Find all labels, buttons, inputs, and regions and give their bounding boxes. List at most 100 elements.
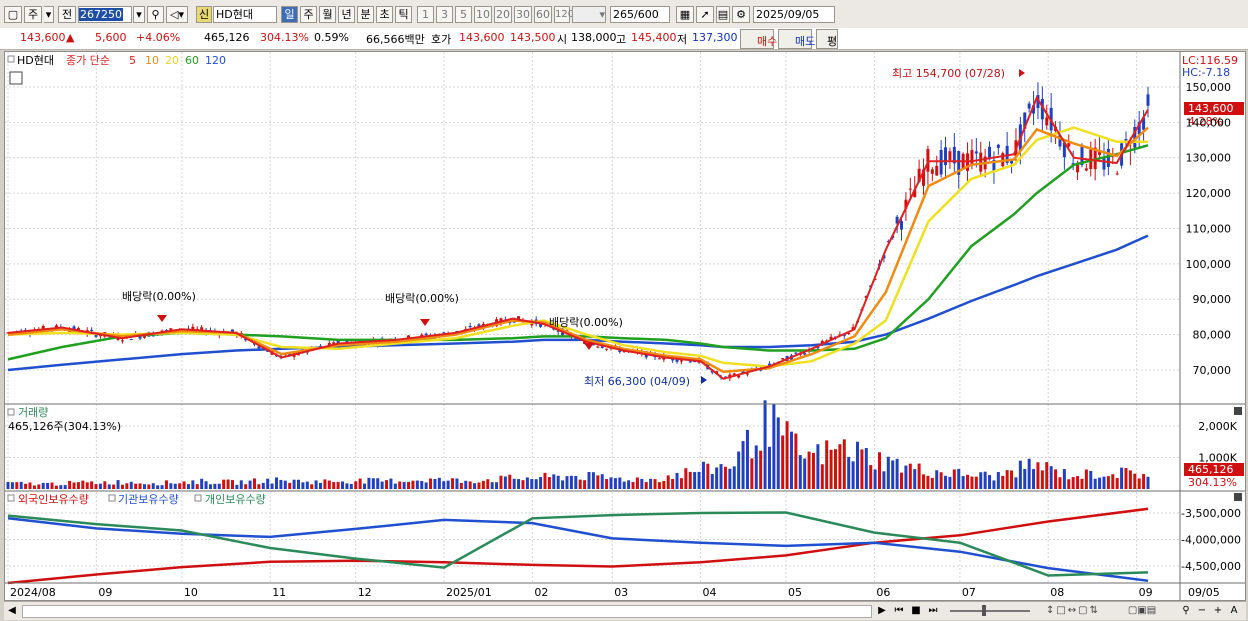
stop-icon[interactable]: ■ [909,604,923,617]
save-icon[interactable]: ▤ [716,6,730,23]
date-input[interactable]: 2025/09/05 [753,6,835,23]
interval-1[interactable]: 1 [417,6,434,23]
sell-button[interactable]: 매도 [778,29,815,49]
volume-bar [961,476,965,489]
zoom-slider[interactable] [950,610,1030,612]
period-selector-label: 주 [27,8,39,21]
volume-bar [926,475,930,489]
volume-bar [235,484,239,489]
close-icon[interactable] [1234,407,1242,415]
volume-bar [125,483,129,489]
layout-tools-icon[interactable]: ▢▣▤ [1112,604,1172,617]
volume-bar [429,478,433,489]
interval-120[interactable]: 120 [554,6,574,23]
volume-bar [1102,476,1106,489]
window-icon[interactable]: ▢ [4,6,22,23]
close-icon[interactable] [1234,493,1242,501]
chart-scrollbar[interactable]: ◀ ▶ ⏮ ■ ⏭ ↕□↔▢⇅ ▢▣▤ ⚲ − + A [4,601,1246,620]
period-tab-tick[interactable]: 틱 [395,6,412,23]
stock-name-field[interactable]: HD현대 [213,6,277,23]
period-tab-week[interactable]: 주 [300,6,317,23]
custom-interval-select[interactable]: ▾ [572,6,606,23]
volume-bar [297,479,301,489]
volume-bar [552,474,556,489]
candle-body [900,221,904,230]
dividend-arrow-icon [157,315,167,322]
volume-bar [323,479,327,489]
volume-bar [935,470,939,489]
search-icon[interactable]: ⚲ [1180,604,1192,617]
interval-60[interactable]: 60 [534,6,552,23]
x-tick-label: 07 [962,586,976,599]
volume-bar [156,485,160,489]
volume-bar [164,480,168,489]
volume-bar [829,449,833,489]
volume-bar [279,479,283,489]
volume-bar [913,469,917,489]
low-price: 137,300 [692,31,738,44]
interval-5[interactable]: 5 [455,6,472,23]
chevron-down-icon: ▾ [599,8,605,21]
search-icon[interactable]: ⚲ [147,6,164,23]
interval-3[interactable]: 3 [436,6,453,23]
buy-button[interactable]: 매수 [740,29,777,49]
period-tab-month[interactable]: 월 [319,6,336,23]
volume-bar [54,485,58,489]
volume-bar [596,475,600,489]
volume-bar [618,477,622,489]
first-page-icon[interactable]: ⏮ [892,604,906,617]
volume-bar [349,484,353,489]
stock-code-input[interactable]: 267250 [78,6,132,23]
draw-tool-icon[interactable]: ➚ [696,6,714,23]
volume-bar [24,483,28,489]
legend-marker [7,55,15,63]
candle-icon[interactable]: ▦ [676,6,694,23]
volume-last-pct-tag: 304.13% [1188,476,1237,489]
period-tab-day[interactable]: 일 [281,6,298,23]
period-tab-minute[interactable]: 분 [357,6,374,23]
scroll-left-icon[interactable]: ◀ [6,604,18,617]
candle-body [424,333,428,336]
interval-30[interactable]: 30 [514,6,532,23]
gear-icon[interactable]: ⚙ [732,6,750,23]
chart-option-icon[interactable] [9,71,23,85]
interval-20[interactable]: 20 [494,6,512,23]
prev-button[interactable]: 전 [58,6,76,23]
legend-ma20: 20 [165,54,179,67]
font-size-icon[interactable]: A [1228,604,1240,617]
ma-line [7,126,1149,374]
volume-bar [85,482,89,489]
avg-price-button[interactable]: 평 [816,29,838,49]
zoom-in-icon[interactable]: + [1212,604,1224,617]
code-dropdown-chevron-icon[interactable]: ▾ [133,6,145,23]
y-tick-label: 120,000 [1186,187,1232,200]
volume-bar [574,476,578,489]
volume-bar [314,480,318,489]
scroll-track[interactable] [22,605,872,618]
drawing-tools-icon[interactable]: ↕□↔▢⇅ [1038,604,1108,617]
zoom-out-icon[interactable]: − [1196,604,1208,617]
volume-bar [578,479,582,489]
x-tick-label: 05 [788,586,802,599]
volume-bar [697,471,701,489]
period-selector[interactable]: 주 [24,6,42,23]
scroll-right-icon[interactable]: ▶ [876,604,888,617]
x-tick-label: 10 [184,586,198,599]
data-count-input[interactable]: 265/600 [610,6,670,23]
period-tab-second[interactable]: 초 [376,6,393,23]
candle-body [794,352,798,354]
interval-5-label: 5 [460,8,467,21]
volume-bar [547,477,551,489]
period-tab-year[interactable]: 년 [338,6,355,23]
volume-bar [807,451,811,489]
last-page-icon[interactable]: ⏭ [926,604,940,617]
speaker-icon[interactable]: ◁▾ [166,6,188,23]
stock-chart-svg[interactable]: HD현대 종가 단순 5 10 20 60 120 LC:116.59 HC:-… [5,52,1245,600]
period-tab-year-label: 년 [341,8,352,21]
chevron-down-icon[interactable]: ▾ [44,6,54,23]
volume-bar [781,435,785,489]
interval-10[interactable]: 10 [474,6,492,23]
period-tab-month-label: 월 [322,8,333,21]
volume-bar [499,475,503,489]
zoom-slider-handle[interactable] [982,605,986,616]
